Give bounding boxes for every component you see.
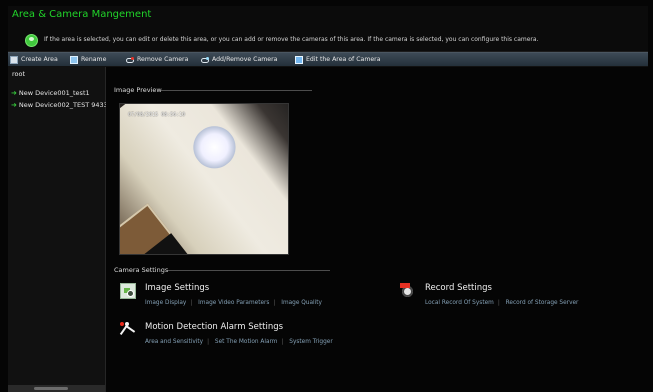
edit-area-button[interactable]: Edit the Area of Camera [295, 54, 381, 65]
header: Area & Camera Mangement If the area is s… [8, 6, 648, 52]
tree-item-device-002[interactable]: ➜ New Device002_TEST 9433 [11, 100, 108, 110]
record-settings-group: Record Settings Local Record Of System | … [400, 283, 620, 317]
camera-settings-divider [168, 270, 330, 271]
alarm-indicator-icon [120, 322, 124, 326]
device-tree: root ➜ New Device001_test1 ➜ New Device0… [8, 67, 108, 392]
toolbar: Create Area Rename Remove Camera Add/Rem… [8, 52, 648, 67]
rename-icon [70, 55, 78, 64]
image-settings-title: Image Settings [145, 283, 210, 293]
sidebar-scrollbar-thumb[interactable] [34, 387, 68, 390]
motion-detection-icon [120, 322, 136, 338]
edit-area-label: Edit the Area of Camera [306, 56, 381, 63]
image-quality-link[interactable]: Image Quality [281, 300, 322, 306]
device-icon: ➜ [11, 100, 17, 109]
record-settings-links: Local Record Of System | Record of Storag… [425, 300, 579, 306]
app-title: Area & Camera Mangement [12, 9, 152, 20]
set-motion-alarm-link[interactable]: Set The Motion Alarm [215, 339, 278, 345]
image-video-parameters-link[interactable]: Image Video Parameters [198, 300, 269, 306]
add-remove-camera-label: Add/Remove Camera [212, 56, 278, 63]
camera-content-panel: Image Preview 07/08/2015 08:56:10 Camera… [106, 67, 648, 392]
tree-item-label: New Device001_test1 [18, 89, 90, 97]
motion-detection-links: Area and Sensitivity | Set The Motion Ala… [145, 339, 333, 345]
image-settings-icon [120, 283, 136, 299]
tree-item-label: New Device002_TEST 9433 [18, 101, 108, 109]
motion-detection-settings-group: Motion Detection Alarm Settings Area and… [120, 322, 370, 356]
image-settings-links: Image Display | Image Video Parameters | I… [145, 300, 322, 306]
create-area-icon [10, 55, 18, 64]
record-settings-title: Record Settings [425, 283, 492, 293]
camera-image-preview: 07/08/2015 08:56:10 [119, 103, 289, 255]
remove-camera-label: Remove Camera [137, 56, 189, 63]
preview-timestamp: 07/08/2015 08:56:10 [128, 112, 186, 118]
system-trigger-link[interactable]: System Trigger [289, 339, 332, 345]
storage-server-record-link[interactable]: Record of Storage Server [506, 300, 579, 306]
add-remove-camera-button[interactable]: Add/Remove Camera [201, 54, 277, 65]
image-preview-label: Image Preview [114, 86, 162, 94]
image-settings-group: Image Settings Image Display | Image Vide… [120, 283, 330, 317]
camera-settings-label: Camera Settings [114, 266, 169, 274]
area-sensitivity-link[interactable]: Area and Sensitivity [145, 339, 203, 345]
image-display-link[interactable]: Image Display [145, 300, 186, 306]
info-icon [25, 34, 38, 47]
edit-area-icon [295, 55, 303, 64]
remove-camera-button[interactable]: Remove Camera [126, 54, 188, 65]
add-remove-camera-icon [201, 56, 209, 64]
info-message: If the area is selected, you can edit or… [44, 36, 539, 43]
camera-scene [120, 104, 288, 254]
device-icon: ➜ [11, 88, 17, 97]
create-area-label: Create Area [21, 56, 58, 63]
record-settings-icon [400, 283, 416, 299]
local-record-link[interactable]: Local Record Of System [425, 300, 494, 306]
motion-detection-title: Motion Detection Alarm Settings [145, 322, 284, 332]
scene-light [184, 117, 244, 177]
sidebar-scrollbar[interactable] [8, 385, 105, 392]
rename-button[interactable]: Rename [70, 54, 106, 65]
remove-camera-icon [126, 56, 134, 64]
tree-root[interactable]: root [12, 70, 25, 78]
application-frame: Area & Camera Mangement If the area is s… [8, 6, 648, 392]
create-area-button[interactable]: Create Area [10, 54, 58, 65]
image-preview-divider [161, 90, 312, 91]
tree-item-device-001[interactable]: ➜ New Device001_test1 [11, 88, 90, 98]
rename-label: Rename [81, 56, 107, 63]
